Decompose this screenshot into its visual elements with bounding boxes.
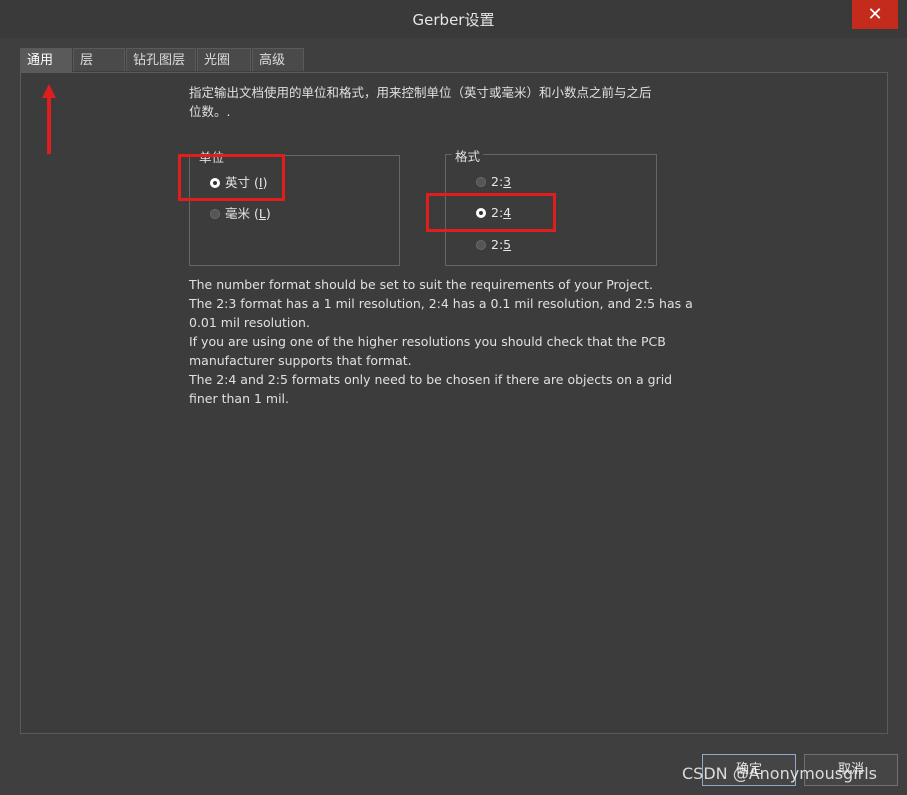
- title-bar[interactable]: Gerber设置 ✕: [0, 0, 907, 38]
- radio-unchecked-icon: [210, 209, 220, 219]
- tab-layers-label: 层: [80, 53, 94, 68]
- tab-advanced-label: 高级: [259, 53, 286, 68]
- unit-millimeters-text: 毫米: [225, 206, 251, 221]
- radio-unchecked-icon: [476, 177, 486, 187]
- tab-apertures-label: 光圈: [204, 53, 231, 68]
- description-line: 指定输出文档使用的单位和格式，用来控制单位（英寸或毫米）和小数点之前与之后: [189, 85, 652, 100]
- window-title: Gerber设置: [412, 11, 495, 29]
- format-2-3-label: 2:3: [491, 174, 511, 189]
- format-2-5-hotkey: 5: [503, 237, 512, 252]
- format-2-5-label: 2:5: [491, 237, 511, 252]
- description-line: 位数。.: [189, 104, 231, 119]
- watermark: CSDN @Anonymousgirls: [682, 764, 877, 783]
- format-2-3-prefix: 2:: [491, 174, 504, 189]
- close-button[interactable]: ✕: [852, 0, 898, 29]
- format-info-text: The number format should be set to suit …: [189, 275, 693, 408]
- unit-millimeters-radio[interactable]: 毫米 (L): [210, 205, 271, 223]
- format-2-5-prefix: 2:: [491, 237, 504, 252]
- radio-unchecked-icon: [476, 240, 486, 250]
- format-2-5-radio[interactable]: 2:5: [476, 236, 511, 254]
- tab-general-label: 通用: [27, 53, 54, 68]
- gerber-settings-dialog: Gerber设置 ✕ 通用 层 钻孔图层 光圈 高级 指定输出文档使用的单位和格…: [0, 0, 907, 795]
- info-line: The 2:4 and 2:5 formats only need to be …: [189, 372, 673, 387]
- tab-layers[interactable]: 层: [73, 48, 125, 71]
- general-tab-panel: 指定输出文档使用的单位和格式，用来控制单位（英寸或毫米）和小数点之前与之后 位数…: [20, 72, 888, 734]
- tab-advanced[interactable]: 高级: [252, 48, 304, 71]
- unit-millimeters-label: 毫米 (L): [225, 206, 271, 221]
- format-2-3-radio[interactable]: 2:3: [476, 173, 511, 191]
- tab-apertures[interactable]: 光圈: [197, 48, 251, 71]
- description-text: 指定输出文档使用的单位和格式，用来控制单位（英寸或毫米）和小数点之前与之后 位数…: [189, 83, 729, 121]
- annotation-arrow-icon: [42, 84, 56, 154]
- info-line: The 2:3 format has a 1 mil resolution, 2…: [189, 296, 693, 311]
- info-line: manufacturer supports that format.: [189, 353, 412, 368]
- info-line: If you are using one of the higher resol…: [189, 334, 666, 349]
- tab-general[interactable]: 通用: [20, 48, 72, 73]
- annotation-box-format: [426, 193, 556, 232]
- info-line: The number format should be set to suit …: [189, 277, 653, 292]
- format-group-label: 格式: [452, 146, 484, 165]
- close-icon: ✕: [867, 4, 883, 25]
- unit-millimeters-hotkey: L: [258, 206, 266, 221]
- annotation-box-units: [178, 154, 285, 201]
- info-line: finer than 1 mil.: [189, 391, 289, 406]
- info-line: 0.01 mil resolution.: [189, 315, 310, 330]
- tab-drill-drawing[interactable]: 钻孔图层: [126, 48, 196, 71]
- format-2-3-hotkey: 3: [503, 174, 512, 189]
- tab-drill-drawing-label: 钻孔图层: [133, 53, 186, 68]
